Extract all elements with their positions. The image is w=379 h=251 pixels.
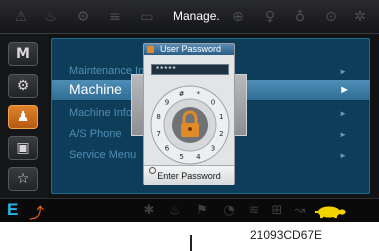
menu-item-service[interactable]: Service Menu (69, 149, 136, 161)
mode-indicator: E (7, 200, 19, 219)
sidebar-item-favorites[interactable]: ☆ (8, 167, 38, 191)
dial-key-3[interactable]: 3 (211, 145, 215, 153)
sidebar-item-display[interactable]: ▣ (8, 136, 38, 160)
parking-brake-icon: ⊙ (325, 9, 337, 25)
menu-arrow-icon: ► (339, 130, 347, 139)
warning-icon: ⚠ (14, 9, 28, 25)
person-icon: ♟ (16, 109, 30, 125)
display-screen: ⚠ ♨ ⚙ ≡ ▭ Manage. ⊕ ♀ ♁ ⊙ ✲ M ⚙ ♟ ▣ ☆ Ma… (0, 0, 379, 222)
overload-icon: ≋ (248, 203, 260, 218)
menu-item-label: Service Menu (69, 149, 137, 161)
breaker-icon: ⊞ (271, 203, 283, 218)
sidebar-item-user[interactable]: ♟ (8, 105, 38, 129)
dial-key-9[interactable]: 9 (165, 99, 169, 107)
menu-arrow-icon: ► (339, 151, 347, 160)
gear-icon: ⚙ (16, 78, 30, 94)
password-dialog: User Password ***** # * 0 1 2 3 4 5 6 7 8 9 Enter P… (143, 43, 235, 185)
sidebar-item-menu[interactable]: M (8, 42, 38, 66)
dial-key-5[interactable]: 5 (179, 153, 183, 161)
sidebar-item-settings[interactable]: ⚙ (8, 74, 38, 98)
dial-key-0[interactable]: 0 (211, 99, 215, 107)
battery-icon: ▭ (140, 9, 154, 25)
light-icon: ✲ (354, 9, 366, 25)
enter-password-label: Enter Password (157, 171, 221, 181)
pedal-icon: ⤴ (29, 204, 45, 222)
password-field[interactable]: ***** (151, 64, 229, 75)
hyd-temp-icon: ♨ (169, 203, 181, 218)
menu-item-label: Machine (69, 81, 122, 97)
battery-charge-icon: ≡ (109, 9, 121, 25)
turtle-icon (315, 206, 346, 218)
dial-key-1[interactable]: 1 (219, 113, 223, 121)
menu-item-label: Machine Info (69, 107, 132, 119)
engine-temp-icon: ⚙ (76, 9, 90, 25)
hydraulic-icon: ♁ (294, 9, 306, 25)
menu-item-machine-info[interactable]: Machine Info (69, 107, 132, 119)
fuel-warning-icon: ⚑ (196, 203, 208, 218)
enter-password-button[interactable]: Enter Password (144, 165, 234, 185)
menu-item-as-phone[interactable]: A/S Phone (69, 128, 122, 140)
dialog-right-tab (233, 74, 247, 136)
star-icon: ☆ (16, 171, 30, 187)
dial-key-2[interactable]: 2 (219, 130, 223, 138)
power-max-icon: ✱ (143, 203, 155, 218)
dial-key-8[interactable]: 8 (156, 113, 160, 121)
topbar-title: Manage. (173, 9, 220, 23)
dialog-title: User Password (160, 44, 222, 54)
rotary-dial[interactable]: # *0123456789 (150, 85, 230, 165)
top-status-bar: ⚠ ♨ ⚙ ≡ ▭ Manage. ⊕ ♀ ♁ ⊙ ✲ (0, 0, 379, 34)
dial-key-star[interactable]: * (197, 90, 201, 98)
menu-arrow-icon: ► (339, 84, 350, 96)
keyhole-icon (188, 127, 192, 131)
sidebar: M ⚙ ♟ ▣ ☆ (0, 34, 48, 198)
menu-arrow-icon: ► (339, 109, 347, 118)
dial-key-6[interactable]: 6 (165, 145, 170, 153)
dial-key-7[interactable]: 7 (156, 130, 160, 138)
menu-m-icon: M (16, 46, 30, 62)
brake-icon: ⊕ (232, 9, 244, 25)
dial-key-4[interactable]: 4 (196, 153, 201, 161)
tv-icon: ▣ (16, 140, 30, 156)
engine-icon: ♨ (44, 9, 58, 25)
auto-idle-icon: ◔ (223, 203, 235, 218)
lock-icon (147, 46, 154, 53)
page-tick (190, 235, 192, 251)
menu-arrow-icon: ► (339, 67, 347, 76)
dial-key-hash[interactable]: # (179, 90, 185, 98)
key-icon: ♀ (264, 9, 276, 25)
bottom-status-bar: E ⤴ ✱ ♨ ⚑ ◔ ≋ ⊞ ↝ (0, 198, 379, 222)
dialog-header: User Password (144, 44, 234, 55)
travel-icon: ↝ (294, 203, 306, 218)
figure-caption: 21093CD67E (250, 228, 323, 242)
menu-item-label: A/S Phone (69, 128, 122, 140)
